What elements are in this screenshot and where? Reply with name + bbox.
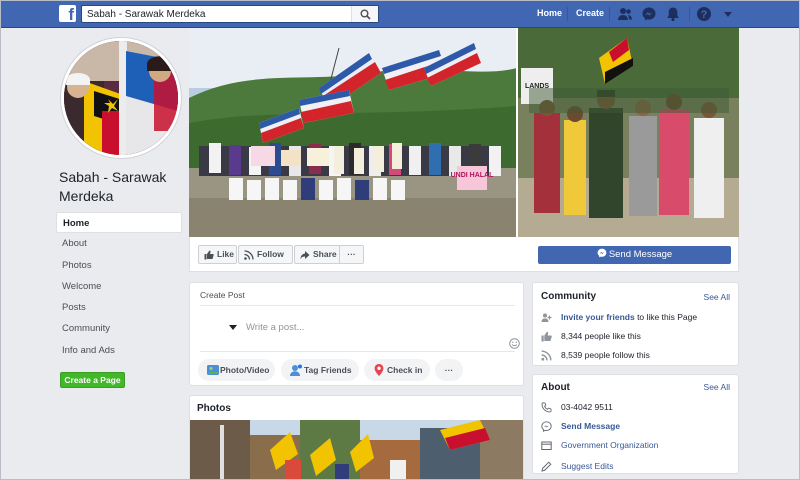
share-arrow-icon xyxy=(300,251,310,260)
page-left-navigation: Home About Photos Welcome Posts Communit… xyxy=(56,212,182,361)
cover-photo-image: UNDI HALAL LANDS xyxy=(189,28,739,237)
invite-friends-link[interactable]: Invite your friends xyxy=(561,312,635,322)
send-message-label: Send Message xyxy=(608,249,673,260)
cover-sign-undi-halal: UNDI HALAL xyxy=(451,172,494,179)
friend-requests-icon[interactable] xyxy=(617,6,633,22)
thumbs-up-icon xyxy=(541,331,552,342)
svg-text:?: ? xyxy=(701,9,708,21)
profile-photo-image xyxy=(64,41,178,155)
nav-divider xyxy=(567,7,568,21)
photo-video-label: Photo/Video xyxy=(220,365,270,375)
photo-video-button[interactable]: Photo/Video xyxy=(198,359,275,381)
messenger-icon xyxy=(541,421,552,432)
emoji-icon[interactable] xyxy=(509,338,520,349)
like-button[interactable]: Like xyxy=(198,245,237,264)
search-icon xyxy=(360,9,371,20)
community-card: Community See All Invite your friends to… xyxy=(532,282,739,366)
send-message-button[interactable]: Send Message xyxy=(538,246,731,264)
likes-count-text: 8,344 people like this xyxy=(561,331,641,341)
divider xyxy=(200,305,515,306)
nav-divider xyxy=(689,7,690,21)
home-link[interactable]: Home xyxy=(537,8,562,18)
photos-title[interactable]: Photos xyxy=(197,403,231,414)
left-nav-item-posts[interactable]: Posts xyxy=(56,297,182,318)
invite-people-icon xyxy=(541,313,552,322)
location-pin-icon xyxy=(374,364,384,376)
category-folder-icon xyxy=(541,441,552,450)
divider xyxy=(200,351,515,352)
left-nav-item-photos[interactable]: Photos xyxy=(56,255,182,276)
community-see-all-link[interactable]: See All xyxy=(704,292,730,302)
create-a-page-button[interactable]: Create a Page xyxy=(60,372,125,388)
left-nav-item-home[interactable]: Home xyxy=(56,212,182,234)
check-in-label: Check in xyxy=(387,365,423,375)
suggest-edits-row: Suggest Edits xyxy=(541,460,731,474)
like-label: Like xyxy=(217,249,235,259)
about-send-message-link[interactable]: Send Message xyxy=(561,421,620,431)
follows-count-text: 8,539 people follow this xyxy=(561,350,650,360)
likes-count-row: 8,344 people like this xyxy=(541,330,731,344)
search-input[interactable]: Sabah - Sarawak Merdeka xyxy=(81,5,379,23)
nav-divider xyxy=(609,7,610,21)
send-message-row: Send Message xyxy=(541,420,731,434)
create-post-title: Create Post xyxy=(200,290,245,300)
left-nav-item-community[interactable]: Community xyxy=(56,318,182,339)
tag-friends-label: Tag Friends xyxy=(304,365,352,375)
about-title[interactable]: About xyxy=(541,382,570,393)
suggest-edits-link[interactable]: Suggest Edits xyxy=(561,461,613,471)
photos-card: Photos xyxy=(189,395,524,480)
create-link[interactable]: Create xyxy=(576,8,604,18)
photos-thumbnail-image[interactable] xyxy=(190,420,524,480)
more-post-options-button[interactable]: ··· xyxy=(435,359,463,381)
invite-friends-row: Invite your friends to like this Page xyxy=(541,311,731,325)
tag-friends-button[interactable]: Tag Friends xyxy=(281,359,359,381)
more-options-button[interactable]: ··· xyxy=(339,245,364,264)
top-navigation-bar: f Sabah - Sarawak Merdeka Home Create ? xyxy=(0,0,800,28)
help-question-icon[interactable]: ? xyxy=(696,6,712,22)
category-link[interactable]: Government Organization xyxy=(561,440,658,450)
rss-follow-icon xyxy=(541,350,552,361)
share-button[interactable]: Share xyxy=(294,245,344,264)
invite-rest-text: to like this Page xyxy=(637,312,698,322)
messenger-icon xyxy=(597,248,607,258)
left-nav-item-welcome[interactable]: Welcome xyxy=(56,276,182,297)
account-menu-chevron-down-icon[interactable] xyxy=(720,6,736,22)
write-post-input[interactable]: Write a post... xyxy=(246,322,304,333)
search-input-value[interactable]: Sabah - Sarawak Merdeka xyxy=(87,9,205,20)
phone-number-text[interactable]: 03-4042 9511 xyxy=(561,402,613,412)
page-profile-picture[interactable] xyxy=(61,38,181,158)
rss-follow-icon xyxy=(244,250,254,260)
follow-label: Follow xyxy=(257,249,284,259)
follow-button[interactable]: Follow xyxy=(238,245,293,264)
category-row: Government Organization xyxy=(541,439,731,453)
facebook-logo-icon[interactable]: f xyxy=(59,5,76,22)
about-see-all-link[interactable]: See All xyxy=(704,382,730,392)
notifications-bell-icon[interactable] xyxy=(665,6,681,22)
phone-row: 03-4042 9511 xyxy=(541,401,731,415)
pencil-edit-icon xyxy=(541,461,552,472)
phone-icon xyxy=(541,402,552,413)
about-card: About See All 03-4042 9511 Send Message … xyxy=(532,374,739,474)
messenger-icon[interactable] xyxy=(641,6,657,22)
search-button[interactable] xyxy=(351,6,378,22)
left-nav-item-about[interactable]: About xyxy=(56,233,182,254)
check-in-button[interactable]: Check in xyxy=(364,359,430,381)
follows-count-row: 8,539 people follow this xyxy=(541,349,731,363)
thumbs-up-icon xyxy=(204,250,214,260)
cover-photo[interactable]: UNDI HALAL LANDS xyxy=(189,28,739,237)
page-name-title[interactable]: Sabah - Sarawak Merdeka xyxy=(59,168,184,206)
share-label: Share xyxy=(313,249,337,259)
tag-friends-icon xyxy=(290,364,302,376)
community-title[interactable]: Community xyxy=(541,291,596,302)
photo-icon xyxy=(207,365,219,375)
caret-down-icon[interactable] xyxy=(229,325,237,331)
left-nav-item-info-and-ads[interactable]: Info and Ads xyxy=(56,340,182,361)
